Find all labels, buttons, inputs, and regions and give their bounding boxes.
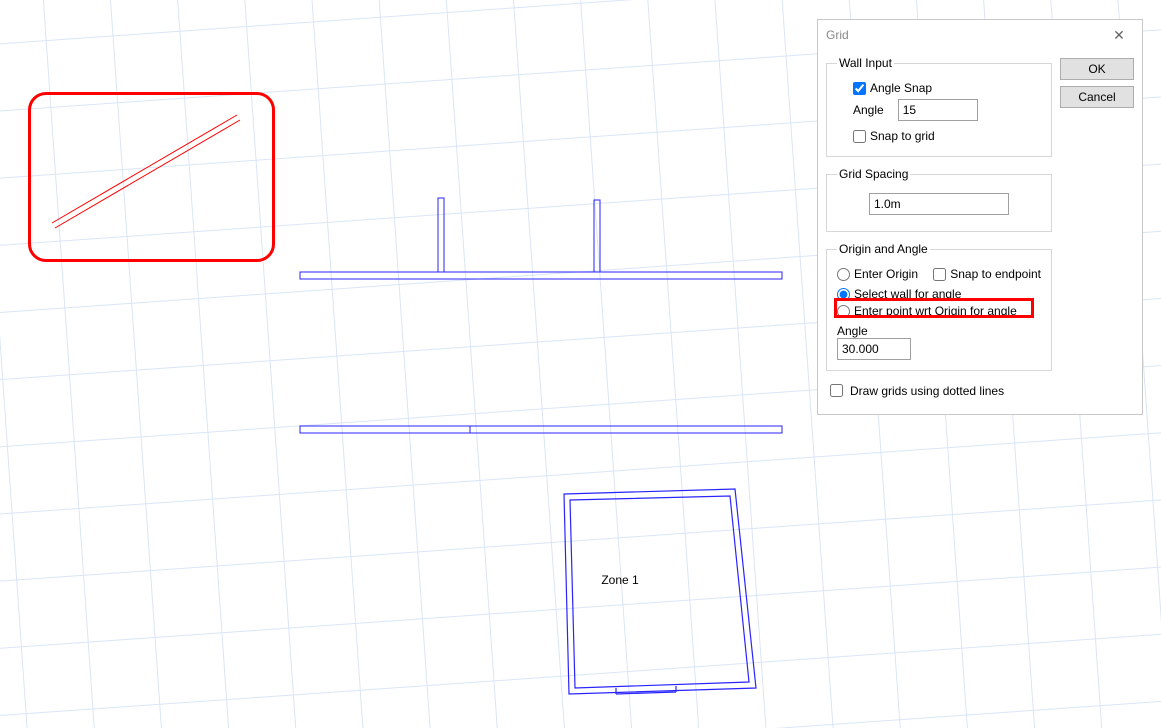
enter-point-input[interactable] — [837, 305, 850, 318]
close-icon[interactable]: ✕ — [1104, 20, 1134, 50]
grid-spacing-field[interactable] — [869, 193, 1009, 215]
cancel-button[interactable]: Cancel — [1060, 86, 1134, 108]
angle-snap-label: Angle Snap — [870, 81, 932, 95]
snap-endpoint-input[interactable] — [933, 268, 946, 281]
origin-angle-field[interactable] — [837, 338, 911, 360]
origin-angle-legend: Origin and Angle — [837, 242, 930, 256]
angle-snap-checkbox[interactable]: Angle Snap — [853, 81, 1041, 95]
enter-origin-radio[interactable]: Enter Origin — [837, 267, 918, 281]
dialog-title: Grid — [826, 28, 849, 42]
dotted-lines-checkbox[interactable]: Draw grids using dotted lines — [826, 381, 1052, 400]
dialog-titlebar[interactable]: Grid ✕ — [818, 20, 1142, 50]
enter-origin-input[interactable] — [837, 268, 850, 281]
snap-to-grid-checkbox[interactable]: Snap to grid — [853, 129, 1041, 143]
angle-snap-input[interactable] — [853, 82, 866, 95]
grid-spacing-group: Grid Spacing — [826, 167, 1052, 232]
enter-origin-label: Enter Origin — [854, 267, 918, 281]
select-wall-label: Select wall for angle — [854, 287, 961, 301]
dotted-lines-input[interactable] — [830, 384, 843, 397]
wall-angle-label: Angle — [853, 103, 884, 117]
wall-angle-field[interactable] — [898, 99, 978, 121]
snap-endpoint-label: Snap to endpoint — [950, 267, 1041, 281]
wall-input-legend: Wall Input — [837, 56, 894, 70]
zone-label: Zone 1 — [601, 573, 638, 587]
snap-endpoint-checkbox[interactable]: Snap to endpoint — [933, 267, 1041, 281]
dotted-lines-label: Draw grids using dotted lines — [850, 384, 1004, 398]
origin-angle-group: Origin and Angle Enter Origin Snap to en… — [826, 242, 1052, 371]
upper-wall-assembly — [300, 198, 782, 279]
middle-wall — [300, 426, 782, 433]
select-wall-input[interactable] — [837, 288, 850, 301]
zone-1-outline — [564, 489, 756, 694]
enter-point-radio[interactable]: Enter point wrt Origin for angle — [837, 304, 1041, 318]
ok-button[interactable]: OK — [1060, 58, 1134, 80]
red-highlight-wall — [28, 92, 275, 262]
enter-point-label: Enter point wrt Origin for angle — [854, 304, 1017, 318]
origin-angle-label: Angle — [837, 324, 1041, 338]
grid-spacing-legend: Grid Spacing — [837, 167, 910, 181]
snap-to-grid-input[interactable] — [853, 130, 866, 143]
select-wall-radio[interactable]: Select wall for angle — [837, 287, 1041, 301]
snap-to-grid-label: Snap to grid — [870, 129, 935, 143]
grid-dialog: Grid ✕ Wall Input Angle Snap Angle Snap … — [817, 19, 1143, 415]
wall-input-group: Wall Input Angle Snap Angle Snap to grid — [826, 56, 1052, 157]
